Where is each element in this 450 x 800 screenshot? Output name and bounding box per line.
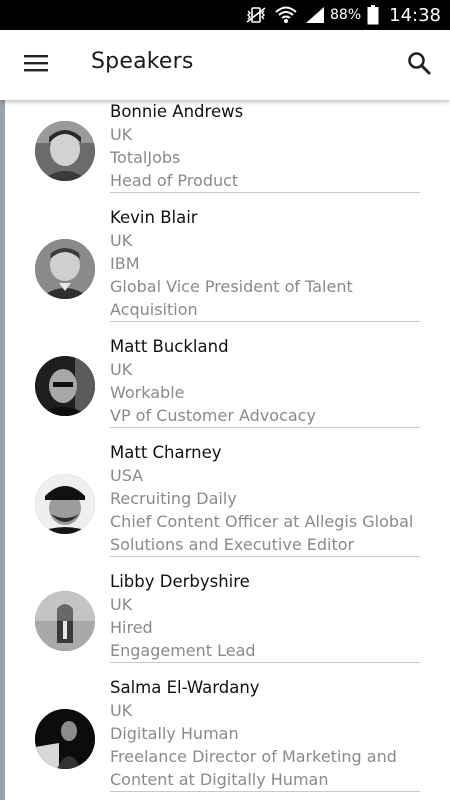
speaker-name: Salma El-Wardany <box>110 678 260 697</box>
speaker-list-container[interactable]: Bonnie Andrews UK TotalJobs Head of Prod… <box>0 100 450 800</box>
speaker-avatar <box>35 121 95 181</box>
speaker-item[interactable]: Libby Derbyshire UK Hired Engagement Lea… <box>0 570 450 676</box>
speaker-name: Kevin Blair <box>110 208 198 227</box>
app-bar: Speakers <box>0 30 450 100</box>
speaker-title-line: Head of Product <box>110 171 239 190</box>
speaker-country: UK <box>110 125 133 144</box>
speaker-company: Recruiting Daily <box>110 489 237 508</box>
speaker-company: Digitally Human <box>110 724 239 743</box>
search-button[interactable] <box>399 45 439 85</box>
speaker-title-line: Solutions and Executive Editor <box>110 535 355 554</box>
speaker-info: Bonnie Andrews UK TotalJobs Head of Prod… <box>110 100 420 193</box>
status-bar: 88% 14:38 <box>0 0 450 30</box>
speaker-country: UK <box>110 595 133 614</box>
speaker-info: Libby Derbyshire UK Hired Engagement Lea… <box>110 570 420 663</box>
battery-percent: 88% <box>330 7 362 23</box>
speaker-info: Kevin Blair UK IBM Global Vice President… <box>110 206 420 322</box>
speaker-name: Matt Buckland <box>110 337 229 356</box>
speaker-name: Matt Charney <box>110 443 222 462</box>
speaker-title-line: Content at Digitally Human <box>110 770 329 789</box>
speaker-avatar <box>35 709 95 769</box>
speaker-item[interactable]: Matt Buckland UK Workable VP of Customer… <box>0 335 450 441</box>
speaker-item[interactable]: Matt Charney USA Recruiting Daily Chief … <box>0 441 450 570</box>
speaker-country: UK <box>110 701 133 720</box>
speaker-item[interactable]: Bonnie Andrews UK TotalJobs Head of Prod… <box>0 100 450 206</box>
wifi-icon <box>274 5 298 25</box>
speaker-company: Hired <box>110 618 153 637</box>
page-title: Speakers <box>91 49 194 74</box>
speaker-avatar <box>35 239 95 299</box>
battery-icon <box>367 5 379 25</box>
menu-button[interactable] <box>16 45 56 85</box>
speaker-company: TotalJobs <box>110 148 181 167</box>
speaker-item[interactable]: Salma El-Wardany UK Digitally Human Free… <box>0 676 450 800</box>
speaker-country: UK <box>110 231 133 250</box>
speaker-title-line: Freelance Director of Marketing and <box>110 747 397 766</box>
speaker-title-line: Global Vice President of Talent <box>110 277 353 296</box>
speaker-name: Libby Derbyshire <box>110 572 250 591</box>
speaker-title-line: Chief Content Officer at Allegis Global <box>110 512 414 531</box>
search-icon <box>407 51 431 79</box>
speaker-name: Bonnie Andrews <box>110 102 244 121</box>
speaker-title-line: VP of Customer Advocacy <box>110 406 316 425</box>
speaker-avatar <box>35 356 95 416</box>
speaker-title-line: Acquisition <box>110 300 198 319</box>
speaker-company: IBM <box>110 254 140 273</box>
speaker-info: Matt Charney USA Recruiting Daily Chief … <box>110 441 420 557</box>
speaker-title-line: Engagement Lead <box>110 641 256 660</box>
speaker-info: Matt Buckland UK Workable VP of Customer… <box>110 335 420 428</box>
speaker-item[interactable]: Kevin Blair UK IBM Global Vice President… <box>0 206 450 335</box>
hamburger-menu-icon <box>24 54 48 76</box>
signal-icon <box>304 5 326 25</box>
speaker-avatar <box>35 591 95 651</box>
speaker-avatar <box>35 474 95 534</box>
speaker-list: Bonnie Andrews UK TotalJobs Head of Prod… <box>0 100 450 800</box>
speaker-company: Workable <box>110 383 185 402</box>
speaker-info: Salma El-Wardany UK Digitally Human Free… <box>110 676 420 792</box>
speaker-country: USA <box>110 466 144 485</box>
mute-vibrate-icon <box>244 6 268 24</box>
clock: 14:38 <box>389 4 441 26</box>
speaker-country: UK <box>110 360 133 379</box>
